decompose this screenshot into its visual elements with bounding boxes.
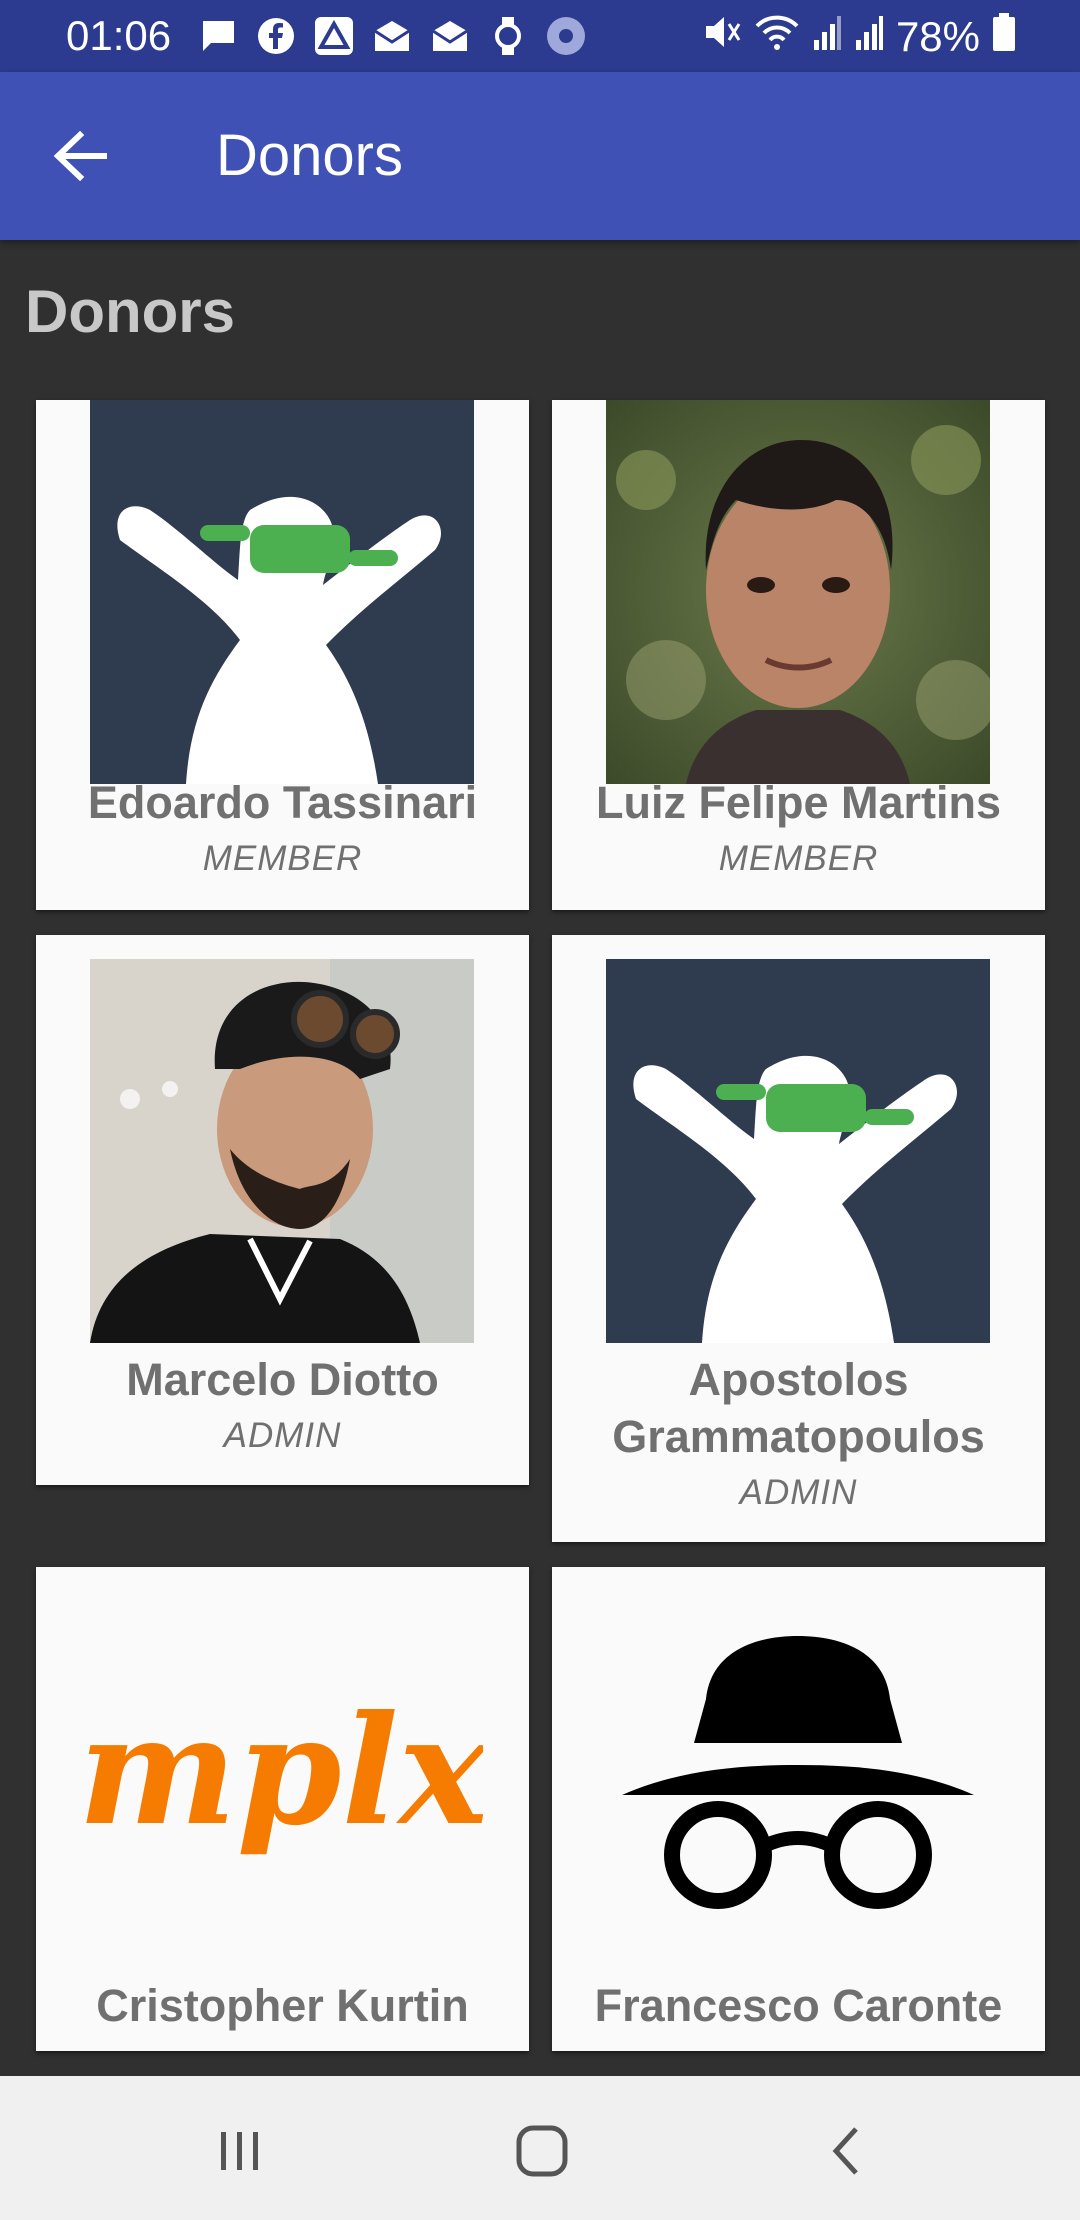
donor-name: Apostolos Grammatopoulos [612, 1354, 985, 1462]
wifi-icon [754, 12, 800, 62]
battery-percent: 78% [895, 13, 980, 60]
donor-card[interactable]: Francesco Caronte [552, 1567, 1045, 2051]
status-time: 01:06 [66, 12, 172, 59]
avatar [606, 959, 990, 1343]
home-icon [516, 2125, 568, 2177]
app-bar: Donors [0, 72, 1080, 240]
donor-role: ADMIN [223, 1416, 342, 1455]
svg-text:mplx: mplx [83, 1683, 483, 1859]
arrow-left-icon [53, 131, 107, 181]
back-icon [832, 2127, 858, 2175]
avatar [606, 400, 990, 784]
app-icon [544, 16, 588, 56]
mute-icon [702, 12, 742, 62]
mplx-logo: mplx [83, 1683, 483, 1859]
donor-name: Luiz Felipe Martins [595, 777, 1002, 828]
avatar [90, 959, 474, 1343]
facebook-icon [254, 16, 298, 56]
avatar [90, 400, 474, 784]
recent-apps-icon [221, 2132, 258, 2170]
mail-icon [370, 16, 414, 56]
system-status: 78% [702, 12, 1016, 62]
default-avatar-icon [606, 959, 990, 1343]
donor-role: ADMIN [739, 1473, 858, 1512]
nav-back-button[interactable] [796, 2106, 896, 2196]
donor-name: Cristopher Kurtin [96, 1980, 469, 2031]
signal-icon [812, 12, 842, 62]
donor-card[interactable]: mplx Cristopher Kurtin [36, 1567, 529, 2051]
donor-name: Francesco Caronte [594, 1980, 1003, 2031]
donor-role: MEMBER [202, 839, 363, 878]
signal-icon [854, 12, 884, 62]
section-title: Donors [25, 278, 235, 345]
back-button[interactable] [40, 116, 120, 196]
battery-icon [992, 12, 1016, 62]
avatar: mplx [46, 1591, 519, 1975]
donor-card[interactable]: Marcelo Diotto ADMIN [36, 935, 529, 1485]
watch-icon [486, 16, 530, 56]
incognito-icon [606, 1591, 990, 1975]
donor-name: Marcelo Diotto [126, 1354, 439, 1405]
donor-card[interactable]: Luiz Felipe Martins MEMBER [552, 400, 1045, 910]
system-nav-bar [0, 2076, 1080, 2220]
message-icon [196, 16, 240, 56]
recent-apps-button[interactable] [190, 2106, 290, 2196]
profile-photo [606, 400, 990, 784]
default-avatar-icon [90, 400, 474, 784]
drive-icon [312, 16, 356, 56]
page-title: Donors [216, 123, 403, 188]
donor-role: MEMBER [718, 839, 879, 878]
donor-card[interactable]: Edoardo Tassinari MEMBER [36, 400, 529, 910]
donor-name: Edoardo Tassinari [87, 777, 478, 828]
profile-photo [90, 959, 474, 1343]
donor-card[interactable]: Apostolos Grammatopoulos ADMIN [552, 935, 1045, 1542]
notification-icons [196, 16, 588, 56]
home-button[interactable] [492, 2106, 592, 2196]
status-bar: 01:06 78% [0, 0, 1080, 72]
mail-icon [428, 16, 472, 56]
avatar [606, 1591, 990, 1975]
